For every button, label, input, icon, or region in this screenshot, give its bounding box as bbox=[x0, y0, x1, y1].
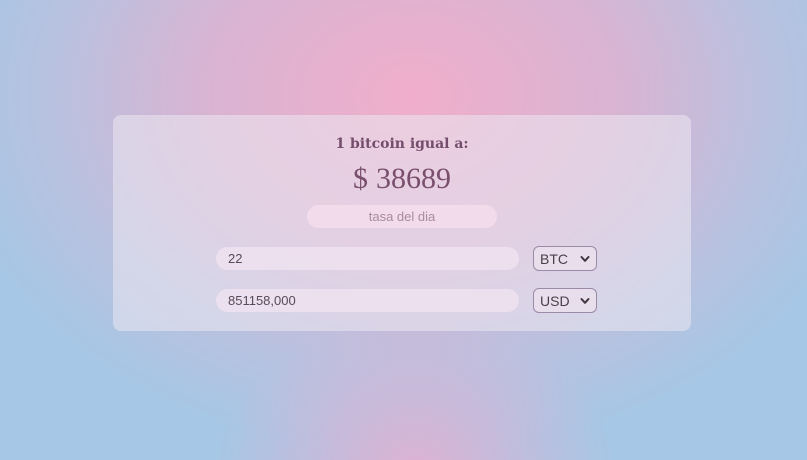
converter-card: 1 bitcoin igual a: $38689 tasa del dia B… bbox=[113, 115, 691, 331]
converter-heading: 1 bitcoin igual a: bbox=[335, 136, 469, 152]
chevron-down-icon bbox=[580, 297, 590, 304]
usd-currency-select[interactable]: USD bbox=[533, 288, 597, 313]
exchange-rate: $38689 bbox=[113, 162, 691, 196]
usd-amount-input[interactable] bbox=[216, 289, 519, 312]
usd-currency-value: USD bbox=[540, 292, 570, 309]
rate-value: 38689 bbox=[376, 162, 451, 195]
btc-amount-input[interactable] bbox=[216, 247, 519, 270]
btc-currency-select[interactable]: BTC bbox=[533, 246, 597, 271]
rate-caption: tasa del dia bbox=[307, 205, 497, 228]
rate-currency-symbol: $ bbox=[353, 162, 368, 195]
btc-currency-value: BTC bbox=[540, 250, 568, 267]
chevron-down-icon bbox=[580, 255, 590, 262]
